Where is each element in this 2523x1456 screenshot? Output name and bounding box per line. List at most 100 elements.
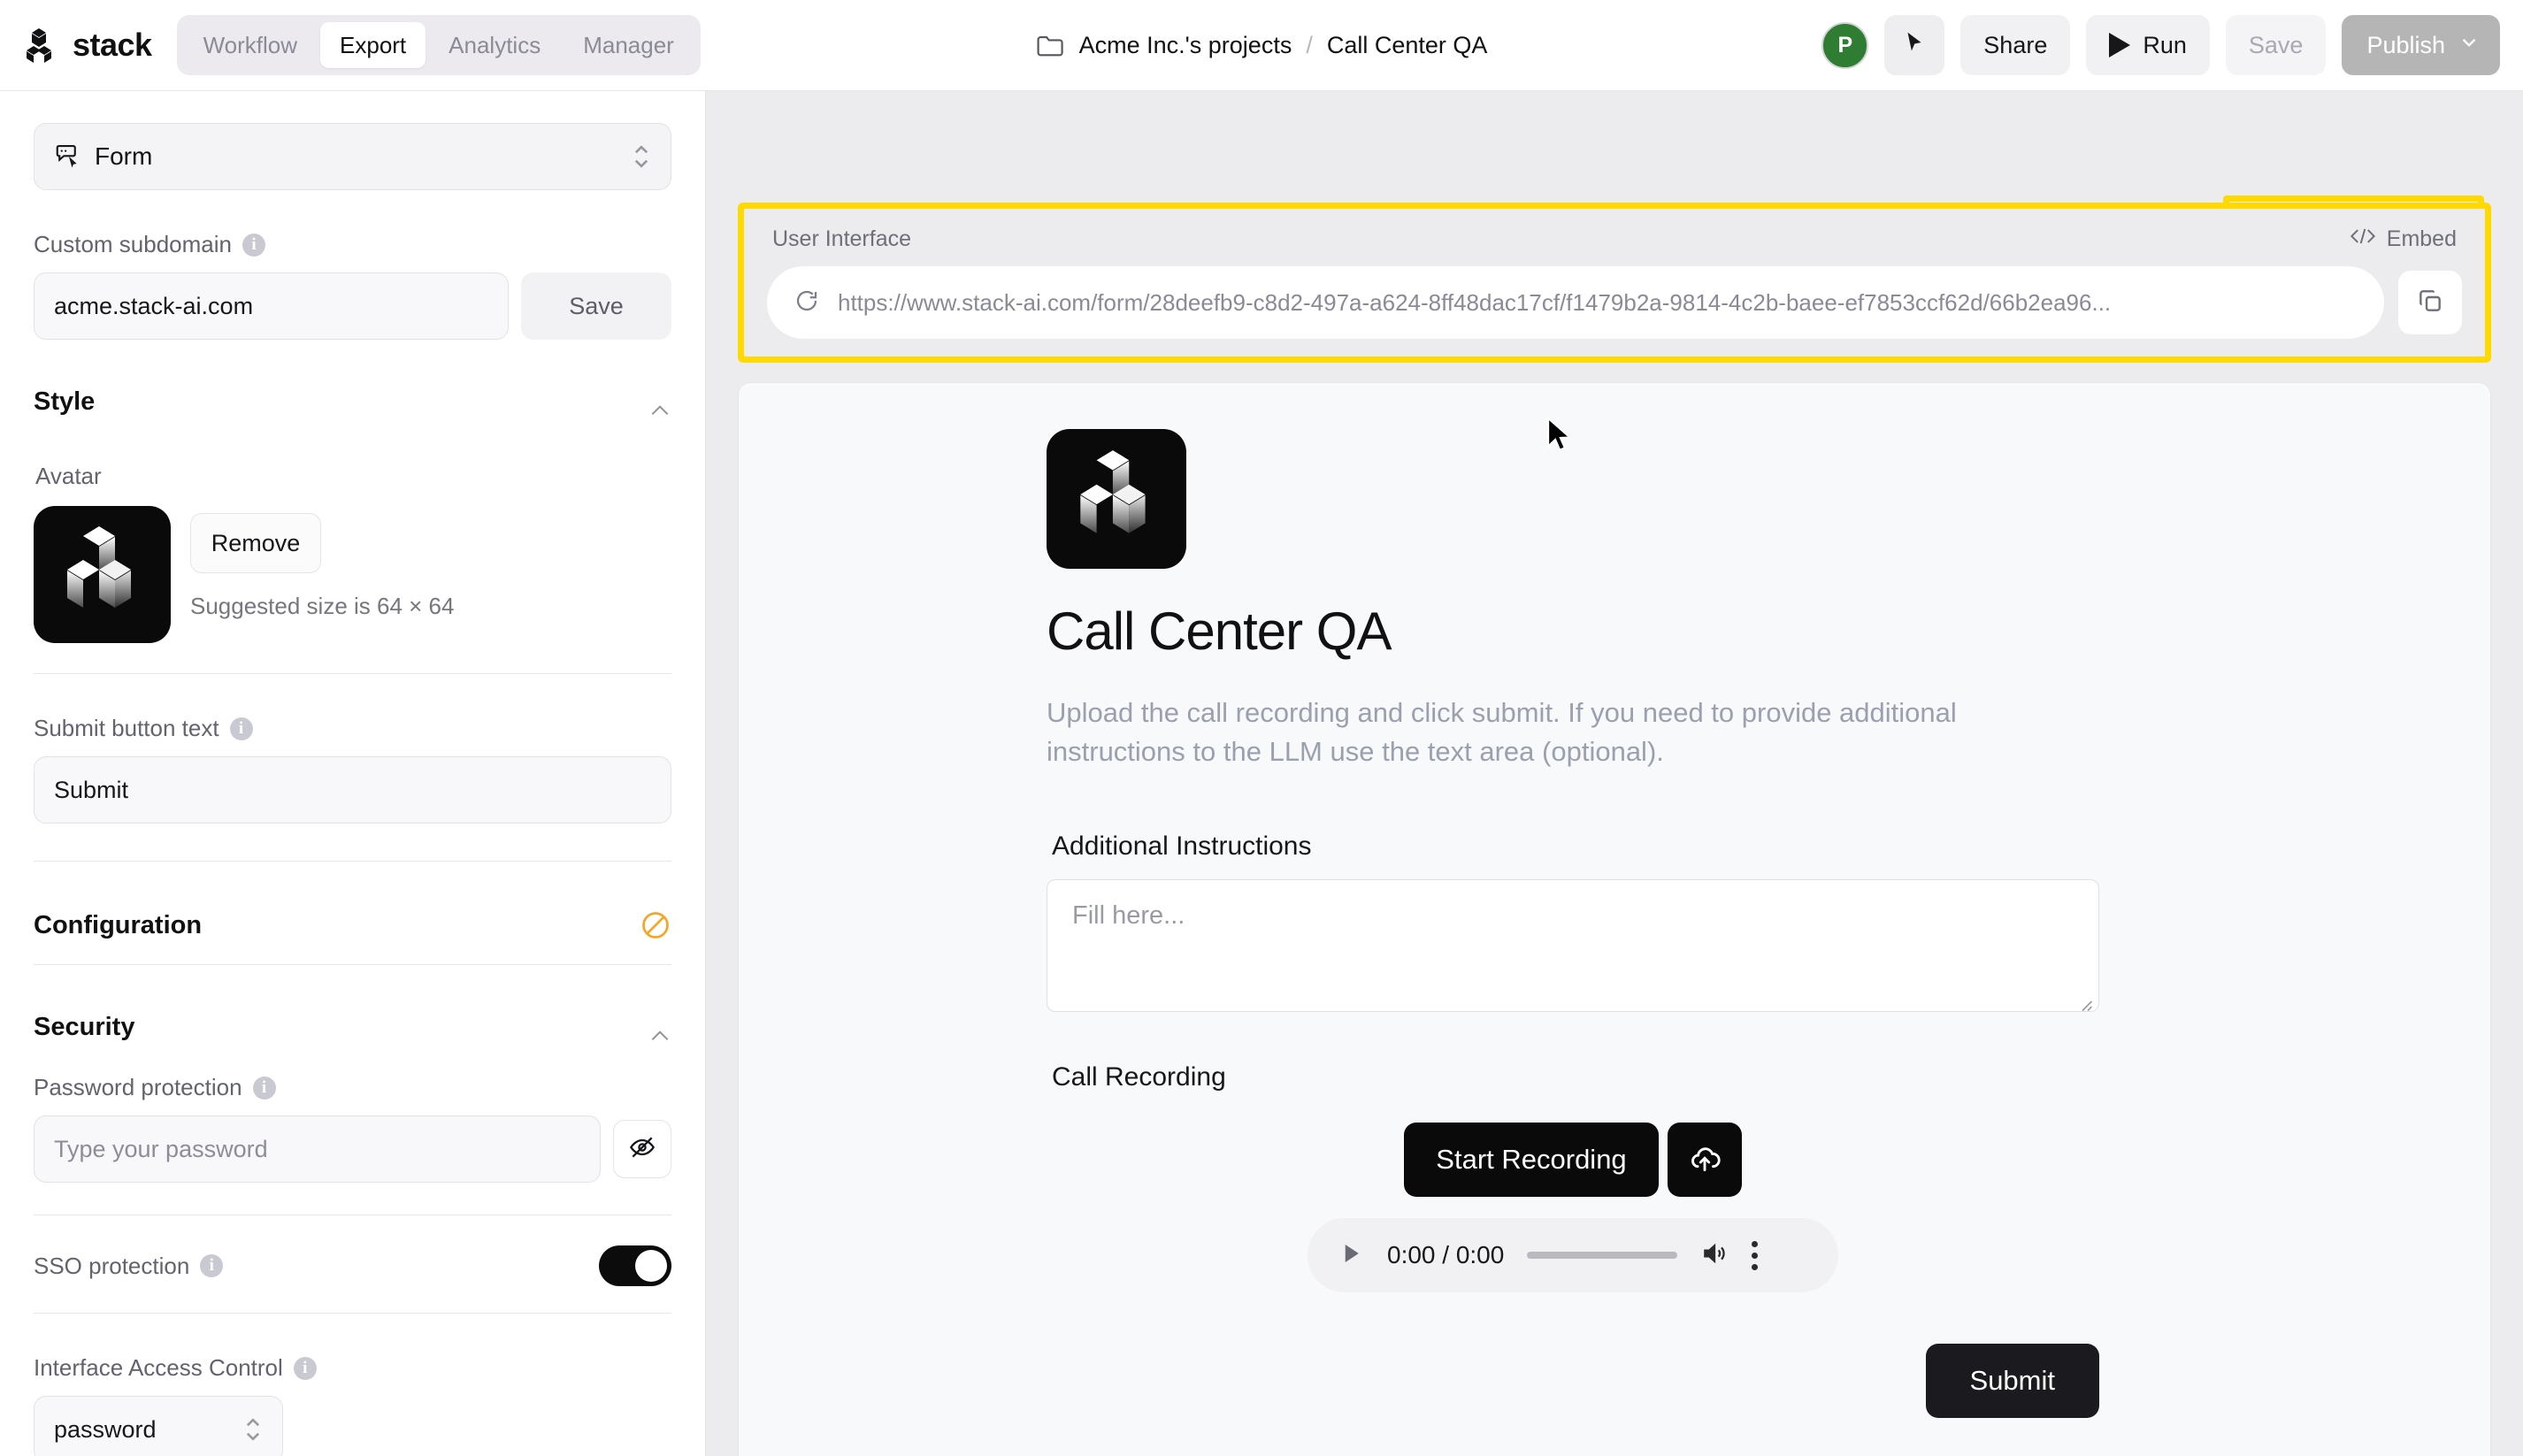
publish-button[interactable]: Publish [2342, 15, 2500, 75]
copy-url-button[interactable] [2398, 271, 2462, 334]
breadcrumb-separator: / [1306, 31, 1313, 58]
custom-subdomain-label-row: Custom subdomain i [34, 231, 671, 258]
remove-avatar-button[interactable]: Remove [190, 513, 321, 573]
nav-item-analytics[interactable]: Analytics [429, 22, 560, 68]
brand-name: stack [73, 27, 152, 63]
info-icon[interactable]: i [293, 1356, 317, 1380]
user-interface-url-card: User Interface Embed https://www.stack-a… [738, 203, 2491, 363]
section-configuration-header[interactable]: Configuration [34, 909, 671, 964]
breadcrumb-project[interactable]: Acme Inc.'s projects [1079, 32, 1292, 59]
breadcrumb-current[interactable]: Call Center QA [1327, 32, 1488, 59]
chevron-up-icon [648, 1021, 671, 1040]
play-icon [2109, 33, 2131, 57]
avatar-meta: Remove Suggested size is 64 × 64 [190, 506, 454, 620]
form-submit-button[interactable]: Submit [1925, 1344, 2099, 1419]
audio-player: 0:00 / 0:00 [1308, 1218, 1838, 1293]
additional-instructions-textarea[interactable] [1047, 879, 2099, 1013]
sso-protection-label: SSO protection [34, 1252, 190, 1279]
section-configuration-title: Configuration [34, 910, 203, 939]
more-vertical-icon[interactable] [1752, 1240, 1759, 1270]
interface-type-select[interactable]: Form [34, 123, 671, 190]
save-button[interactable]: Save [2225, 15, 2327, 75]
volume-icon[interactable] [1700, 1239, 1729, 1272]
url-row: https://www.stack-ai.com/form/28deefb9-c… [760, 266, 2469, 339]
password-protection-row [34, 1115, 671, 1183]
section-security-title: Security [34, 1013, 135, 1041]
divider [34, 673, 671, 674]
chevron-down-icon [2458, 31, 2481, 60]
user-interface-title: User Interface [772, 226, 912, 251]
interface-access-control-label-row: Interface Access Control i [34, 1354, 671, 1382]
submit-button-text-input[interactable] [34, 756, 671, 824]
nav-item-manager[interactable]: Manager [564, 22, 694, 68]
password-protection-label: Password protection [34, 1074, 242, 1100]
audio-time: 0:00 / 0:00 [1387, 1241, 1505, 1269]
embed-button[interactable]: Embed [2350, 226, 2457, 252]
sso-protection-row: SSO protection i [34, 1245, 671, 1286]
custom-subdomain-row: Save [34, 272, 671, 340]
eye-off-icon [628, 1133, 656, 1166]
share-button[interactable]: Share [1960, 15, 2071, 75]
section-style-header[interactable]: Style [34, 387, 671, 440]
upload-audio-button[interactable] [1667, 1123, 1742, 1198]
avatar-preview[interactable] [34, 506, 171, 643]
submit-button-text-label: Submit button text [34, 715, 219, 741]
ban-disabled-icon [640, 909, 671, 941]
info-icon[interactable]: i [229, 717, 253, 740]
run-button-label: Run [2143, 31, 2187, 58]
user-interface-card-header: User Interface Embed [760, 221, 2469, 266]
form-logo [1047, 429, 1186, 569]
nav-item-workflow[interactable]: Workflow [184, 22, 317, 68]
divider [34, 964, 671, 965]
custom-subdomain-label: Custom subdomain [34, 231, 232, 257]
recording-controls: Start Recording [1047, 1123, 2099, 1198]
audio-progress-bar[interactable] [1527, 1252, 1678, 1260]
main-toolbar [738, 111, 2491, 203]
interface-access-control-select[interactable]: password [34, 1396, 283, 1456]
form-title: Call Center QA [1047, 602, 1392, 661]
avatar-row: Remove Suggested size is 64 × 64 [34, 506, 671, 643]
cloud-upload-icon [1688, 1142, 1722, 1178]
interface-type-value: Form [95, 142, 153, 170]
top-bar: stack Workflow Export Analytics Manager … [0, 0, 2523, 91]
interface-access-control-label: Interface Access Control [34, 1354, 283, 1381]
chevron-up-down-icon [243, 1414, 263, 1445]
url-field[interactable]: https://www.stack-ai.com/form/28deefb9-c… [767, 266, 2384, 339]
password-input[interactable] [34, 1115, 601, 1183]
primary-nav: Workflow Export Analytics Manager [176, 15, 701, 75]
custom-subdomain-input[interactable] [34, 272, 509, 340]
toggle-password-visibility-button[interactable] [613, 1120, 671, 1178]
stack-logo-icon [27, 27, 62, 64]
divider [34, 1313, 671, 1314]
embed-label: Embed [2386, 226, 2457, 251]
password-protection-label-row: Password protection i [34, 1074, 671, 1101]
chevron-up-icon [648, 395, 671, 415]
info-icon[interactable]: i [252, 1076, 276, 1100]
app-root: stack Workflow Export Analytics Manager … [0, 0, 2523, 1456]
avatar-label: Avatar [35, 463, 102, 489]
sso-protection-toggle[interactable] [599, 1245, 671, 1286]
call-recording-label: Call Recording [1052, 1062, 1226, 1092]
run-button[interactable]: Run [2086, 15, 2210, 75]
cursor-mode-button[interactable] [1884, 15, 1945, 75]
section-security-header[interactable]: Security [34, 1013, 671, 1065]
refresh-icon[interactable] [794, 287, 820, 318]
form-preview-content: Call Center QA Upload the call recording… [1047, 429, 2099, 1419]
code-brackets-icon [2350, 226, 2376, 252]
top-bar-actions: P Share Run Save Publish [1821, 15, 2500, 75]
form-preview: Call Center QA Upload the call recording… [738, 382, 2491, 1456]
avatar[interactable]: P [1821, 21, 1869, 69]
divider [34, 861, 671, 862]
brand: stack [27, 27, 152, 64]
info-icon[interactable]: i [242, 233, 265, 257]
chevron-up-down-icon [632, 142, 651, 172]
copy-icon [2416, 287, 2444, 319]
cursor-arrow-icon [1901, 29, 1928, 62]
nav-item-export[interactable]: Export [320, 22, 426, 68]
start-recording-button[interactable]: Start Recording [1404, 1123, 1659, 1198]
section-style-title: Style [34, 387, 96, 416]
play-icon[interactable] [1338, 1240, 1364, 1271]
stack-cube-logo-icon [1071, 447, 1162, 552]
info-icon[interactable]: i [200, 1254, 224, 1277]
save-subdomain-button[interactable]: Save [521, 272, 671, 340]
